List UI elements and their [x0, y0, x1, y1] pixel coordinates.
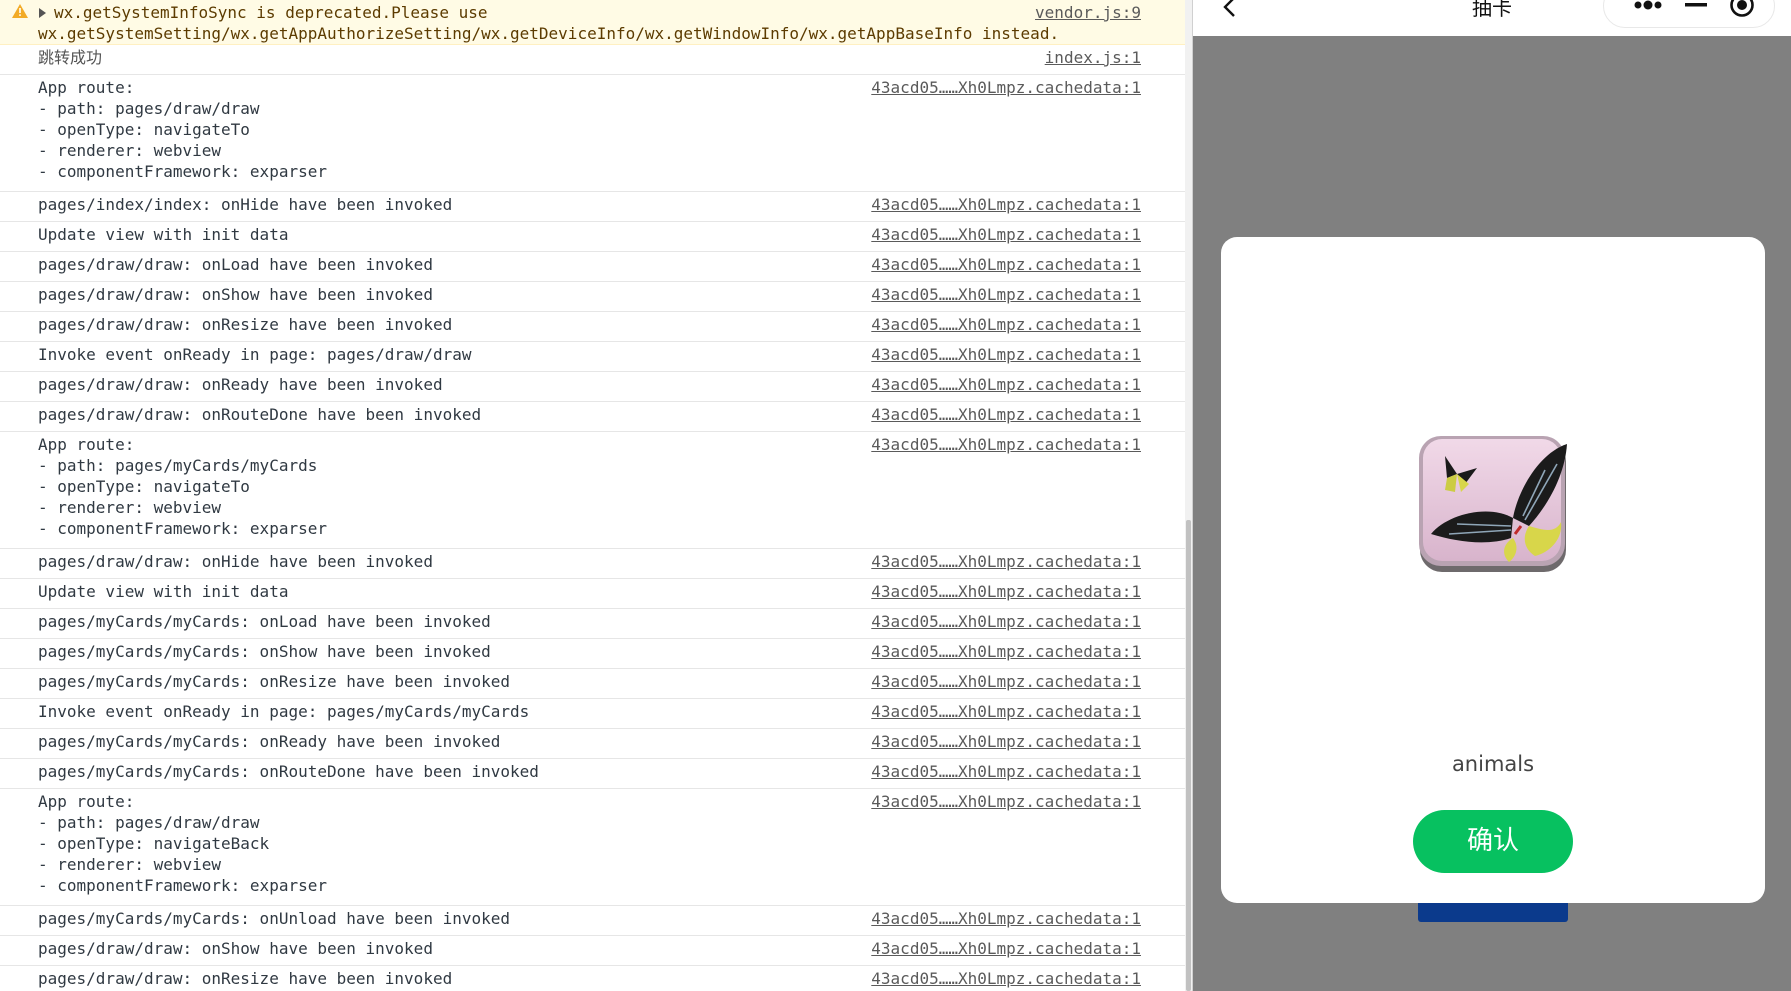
- console-log-row[interactable]: pages/draw/draw: onLoad have been invoke…: [0, 252, 1185, 282]
- console-log-row[interactable]: Invoke event onReady in page: pages/myCa…: [0, 699, 1185, 729]
- log-message: Invoke event onReady in page: pages/draw…: [38, 345, 472, 364]
- console-log-row[interactable]: pages/myCards/myCards: onShow have been …: [0, 639, 1185, 669]
- card-modal: animals 确认: [1221, 237, 1765, 903]
- simulator-panel: 抽卡 animals 确认: [1193, 0, 1791, 991]
- log-message: pages/draw/draw: onRouteDone have been i…: [38, 405, 482, 424]
- log-source-link[interactable]: 43acd05……Xh0Lmpz.cachedata:1: [871, 254, 1141, 275]
- expand-triangle-icon[interactable]: [39, 8, 46, 18]
- log-message: pages/draw/draw: onResize have been invo…: [38, 969, 453, 988]
- log-source-link[interactable]: 43acd05……Xh0Lmpz.cachedata:1: [871, 641, 1141, 662]
- log-message: pages/myCards/myCards: onShow have been …: [38, 642, 491, 661]
- console-log-row[interactable]: pages/draw/draw: onReady have been invok…: [0, 372, 1185, 402]
- console-log-row[interactable]: Update view with init data 43acd05……Xh0Lm…: [0, 222, 1185, 252]
- log-message: pages/myCards/myCards: onRouteDone have …: [38, 762, 539, 781]
- log-message: pages/myCards/myCards: onUnload have bee…: [38, 909, 511, 928]
- minimize-icon[interactable]: [1685, 2, 1707, 8]
- nav-bar: 抽卡: [1193, 0, 1791, 36]
- warning-text-line1: wx.getSystemInfoSync is deprecated.Pleas…: [54, 3, 488, 22]
- log-message: App route: - path: pages/draw/draw - ope…: [38, 78, 327, 181]
- log-source-link[interactable]: 43acd05……Xh0Lmpz.cachedata:1: [871, 791, 1141, 812]
- console-log-row[interactable]: pages/myCards/myCards: onUnload have bee…: [0, 906, 1185, 936]
- console-log-row[interactable]: Invoke event onReady in page: pages/draw…: [0, 342, 1185, 372]
- console-log-row[interactable]: pages/draw/draw: onRouteDone have been i…: [0, 402, 1185, 432]
- log-message: Update view with init data: [38, 582, 289, 601]
- butterfly-image: [1419, 436, 1567, 572]
- console-log-row[interactable]: pages/myCards/myCards: onLoad have been …: [0, 609, 1185, 639]
- log-source-link[interactable]: 43acd05……Xh0Lmpz.cachedata:1: [871, 671, 1141, 692]
- log-message: pages/index/index: onHide have been invo…: [38, 195, 453, 214]
- console-log-row[interactable]: App route: - path: pages/draw/draw - ope…: [0, 789, 1185, 906]
- log-message: pages/draw/draw: onShow have been invoke…: [38, 285, 433, 304]
- log-source-link[interactable]: index.js:1: [1045, 47, 1141, 68]
- console-log-row[interactable]: pages/draw/draw: onHide have been invoke…: [0, 549, 1185, 579]
- console-scroll-thumb[interactable]: [1186, 520, 1191, 991]
- log-message: pages/draw/draw: onResize have been invo…: [38, 315, 453, 334]
- log-source-link[interactable]: 43acd05……Xh0Lmpz.cachedata:1: [871, 194, 1141, 215]
- log-message: App route: - path: pages/myCards/myCards…: [38, 435, 327, 538]
- log-source-link[interactable]: 43acd05……Xh0Lmpz.cachedata:1: [871, 581, 1141, 602]
- log-source-link[interactable]: 43acd05……Xh0Lmpz.cachedata:1: [871, 284, 1141, 305]
- console-log-row[interactable]: pages/index/index: onHide have been invo…: [0, 192, 1185, 222]
- console-warning-row[interactable]: wx.getSystemInfoSync is deprecated.Pleas…: [0, 0, 1185, 45]
- console-log-row[interactable]: pages/draw/draw: onResize have been invo…: [0, 966, 1185, 991]
- console-log-row[interactable]: pages/myCards/myCards: onResize have bee…: [0, 669, 1185, 699]
- console-log-row[interactable]: 跳转成功 index.js:1: [0, 45, 1185, 75]
- log-message: Invoke event onReady in page: pages/myCa…: [38, 702, 530, 721]
- log-source-link[interactable]: 43acd05……Xh0Lmpz.cachedata:1: [871, 701, 1141, 722]
- log-source-link[interactable]: 43acd05……Xh0Lmpz.cachedata:1: [871, 611, 1141, 632]
- console-log-row[interactable]: pages/myCards/myCards: onReady have been…: [0, 729, 1185, 759]
- console-panel: wx.getSystemInfoSync is deprecated.Pleas…: [0, 0, 1185, 991]
- log-source-link[interactable]: 43acd05……Xh0Lmpz.cachedata:1: [871, 938, 1141, 959]
- console-log-row[interactable]: pages/draw/draw: onShow have been invoke…: [0, 936, 1185, 966]
- warning-icon: [12, 4, 28, 18]
- log-source-link[interactable]: 43acd05……Xh0Lmpz.cachedata:1: [871, 434, 1141, 455]
- console-log-row[interactable]: pages/myCards/myCards: onRouteDone have …: [0, 759, 1185, 789]
- log-source-link[interactable]: 43acd05……Xh0Lmpz.cachedata:1: [871, 731, 1141, 752]
- more-dots-icon[interactable]: [1633, 0, 1663, 10]
- log-message: pages/draw/draw: onReady have been invok…: [38, 375, 443, 394]
- console-log-row[interactable]: pages/draw/draw: onShow have been invoke…: [0, 282, 1185, 312]
- log-source-link[interactable]: 43acd05……Xh0Lmpz.cachedata:1: [871, 551, 1141, 572]
- confirm-button[interactable]: 确认: [1413, 810, 1573, 873]
- log-message: Update view with init data: [38, 225, 289, 244]
- console-log-row[interactable]: App route: - path: pages/myCards/myCards…: [0, 432, 1185, 549]
- warning-source-link[interactable]: vendor.js:9: [1035, 2, 1141, 23]
- log-source-link[interactable]: 43acd05……Xh0Lmpz.cachedata:1: [871, 344, 1141, 365]
- card-name: animals: [1451, 752, 1535, 776]
- log-message: pages/draw/draw: onShow have been invoke…: [38, 939, 433, 958]
- log-message: App route: - path: pages/draw/draw - ope…: [38, 792, 327, 895]
- log-message: pages/myCards/myCards: onLoad have been …: [38, 612, 491, 631]
- console-log-row[interactable]: App route: - path: pages/draw/draw - ope…: [0, 75, 1185, 192]
- log-source-link[interactable]: 43acd05……Xh0Lmpz.cachedata:1: [871, 968, 1141, 989]
- log-source-link[interactable]: 43acd05……Xh0Lmpz.cachedata:1: [871, 77, 1141, 98]
- log-message: pages/myCards/myCards: onResize have bee…: [38, 672, 511, 691]
- log-source-link[interactable]: 43acd05……Xh0Lmpz.cachedata:1: [871, 761, 1141, 782]
- log-message: pages/myCards/myCards: onReady have been…: [38, 732, 501, 751]
- log-source-link[interactable]: 43acd05……Xh0Lmpz.cachedata:1: [871, 404, 1141, 425]
- log-source-link[interactable]: 43acd05……Xh0Lmpz.cachedata:1: [871, 224, 1141, 245]
- log-source-link[interactable]: 43acd05……Xh0Lmpz.cachedata:1: [871, 374, 1141, 395]
- log-source-link[interactable]: 43acd05……Xh0Lmpz.cachedata:1: [871, 314, 1141, 335]
- log-message: pages/draw/draw: onHide have been invoke…: [38, 552, 433, 571]
- warning-text-line2: wx.getSystemSetting/wx.getAppAuthorizeSe…: [38, 24, 1060, 43]
- log-message: pages/draw/draw: onLoad have been invoke…: [38, 255, 433, 274]
- console-log-row[interactable]: pages/draw/draw: onResize have been invo…: [0, 312, 1185, 342]
- record-icon[interactable]: [1729, 0, 1755, 18]
- log-source-link[interactable]: 43acd05……Xh0Lmpz.cachedata:1: [871, 908, 1141, 929]
- console-log-row[interactable]: Update view with init data 43acd05……Xh0Lm…: [0, 579, 1185, 609]
- log-message: 跳转成功: [38, 48, 103, 67]
